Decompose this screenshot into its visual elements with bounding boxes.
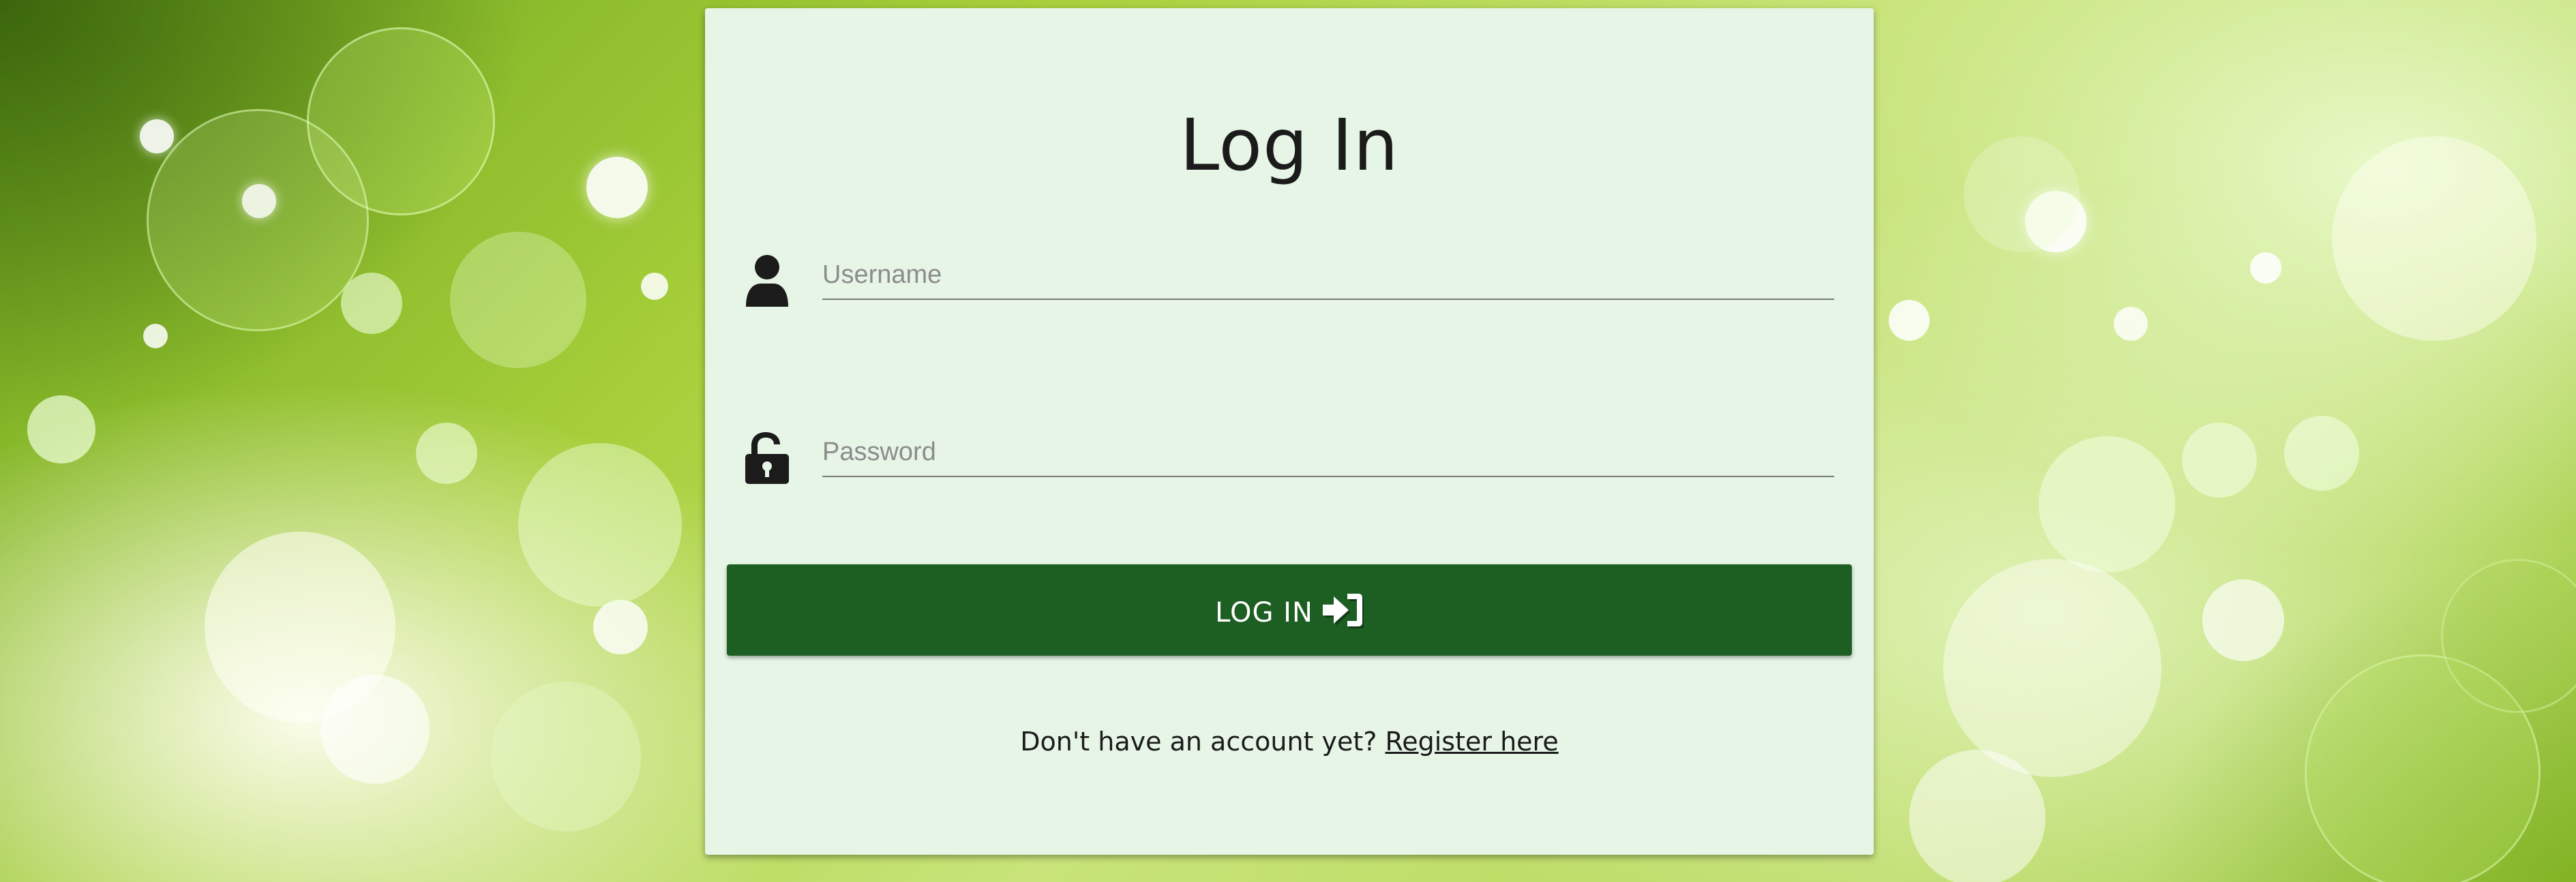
user-icon <box>743 254 791 308</box>
login-panel: Log In LOG IN <box>705 8 1874 855</box>
register-link[interactable]: Register here <box>1386 727 1559 757</box>
register-prompt: Don't have an account yet? Register here <box>705 727 1874 757</box>
username-input[interactable] <box>822 251 1834 300</box>
register-prompt-text: Don't have an account yet? <box>1020 727 1377 757</box>
password-input[interactable] <box>822 428 1834 477</box>
login-button-label: LOG IN <box>1215 597 1313 628</box>
sign-in-icon <box>1320 591 1364 629</box>
page-title: Log In <box>1180 104 1399 187</box>
unlock-icon <box>743 431 791 485</box>
login-button[interactable]: LOG IN <box>727 564 1852 656</box>
